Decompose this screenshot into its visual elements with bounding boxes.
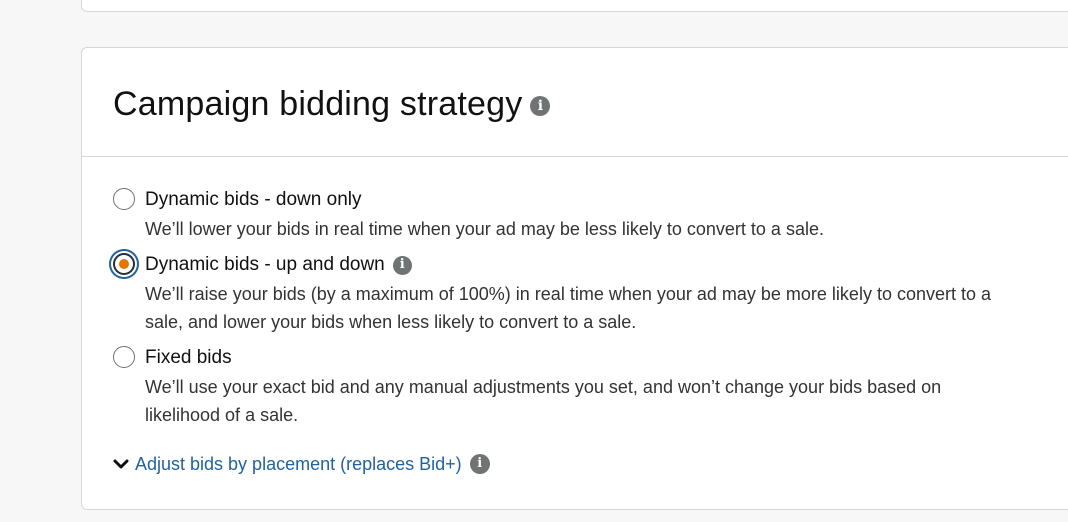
option-label-text: Fixed bids: [145, 347, 232, 368]
adjust-link-label[interactable]: Adjust bids by placement (replaces Bid+): [135, 453, 462, 475]
page-title: Campaign bidding strategy i: [113, 84, 551, 124]
card-header: Campaign bidding strategy i: [82, 48, 1068, 157]
option-label-text: Dynamic bids - down only: [145, 189, 362, 210]
option-label-text: Dynamic bids - up and down: [145, 254, 385, 275]
option-description: We’ll lower your bids in real time when …: [145, 219, 824, 239]
bidding-strategy-card: Campaign bidding strategy i Dynamic bids…: [81, 47, 1068, 510]
adjust-bids-by-placement-link[interactable]: Adjust bids by placement (replaces Bid+)…: [113, 453, 490, 475]
radio-dynamic-down-only[interactable]: [113, 188, 135, 210]
card-title-text: Campaign bidding strategy: [113, 85, 523, 123]
info-icon[interactable]: i: [530, 95, 551, 116]
option-label[interactable]: Dynamic bids - down only: [145, 189, 361, 211]
previous-card: [81, 0, 1068, 12]
option-label[interactable]: Fixed bids: [145, 347, 232, 369]
radio-fixed-bids[interactable]: [113, 346, 135, 368]
option-description: We’ll raise your bids (by a maximum of 1…: [145, 284, 992, 332]
info-icon[interactable]: i: [392, 255, 412, 275]
option-description: We’ll use your exact bid and any manual …: [145, 377, 942, 425]
radio-dynamic-up-and-down[interactable]: [113, 253, 135, 275]
chevron-down-icon[interactable]: [113, 457, 131, 471]
info-icon[interactable]: i: [469, 454, 490, 474]
option-label[interactable]: Dynamic bids - up and down i: [145, 254, 412, 276]
